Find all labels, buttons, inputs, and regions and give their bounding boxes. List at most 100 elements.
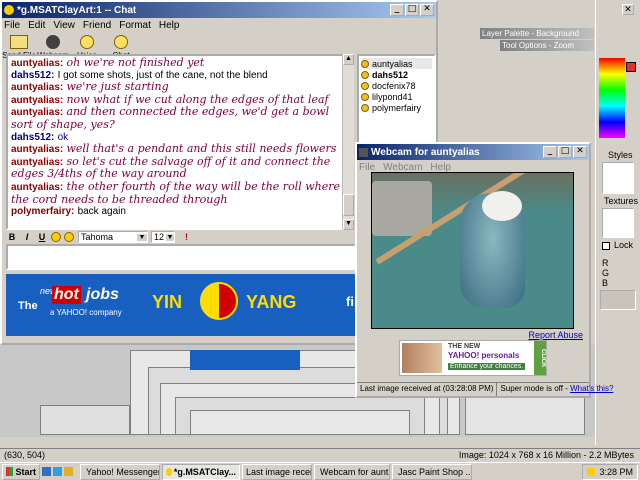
send-file-icon <box>10 35 28 49</box>
online-icon <box>361 92 369 101</box>
chat-titlebar[interactable]: *g.MSATClayArt:1 -- Chat _ □ ✕ <box>2 2 436 18</box>
b-label: B <box>602 278 609 288</box>
friend-item[interactable]: dahs512 <box>361 69 432 80</box>
webcam-image <box>371 172 574 329</box>
layer-palette-titlebar[interactable]: Layer Palette - Background <box>480 28 594 39</box>
chat-message: auntyalias: oh we're not finished yet <box>11 56 205 69</box>
online-icon <box>361 59 369 68</box>
font-size-select[interactable]: 12 ▼ <box>151 231 175 243</box>
ad-company: a YAHOO! company <box>50 308 122 317</box>
browser-icon[interactable] <box>53 467 62 476</box>
friend-item[interactable]: polymerfairy <box>361 102 432 113</box>
chat-log: auntyalias: oh we're not finished yet da… <box>6 54 354 230</box>
color-icon[interactable] <box>64 232 74 242</box>
desktop-icon[interactable] <box>42 467 51 476</box>
styles-label: Styles <box>608 150 633 160</box>
minimize-button[interactable]: _ <box>390 4 404 16</box>
color-swatch-fg[interactable] <box>626 62 636 72</box>
speaker-icon[interactable] <box>587 467 596 476</box>
paint-shop-statusbar: (630, 504) Image: 1024 x 768 x 16 Millio… <box>0 448 640 461</box>
scroll-up-arrow[interactable]: ▲ <box>343 54 354 65</box>
task-yahoo-messenger[interactable]: Yahoo! Messenger <box>80 463 160 480</box>
lock-checkbox[interactable] <box>602 242 610 250</box>
close-button[interactable]: ✕ <box>420 4 434 16</box>
ad-line-2: YAHOO! personals <box>448 351 520 360</box>
online-icon <box>361 70 369 79</box>
ad-line-1: THE NEW <box>448 343 481 350</box>
menu-view[interactable]: View <box>53 20 75 31</box>
online-icon <box>361 103 369 112</box>
chat-message: polymerfairy: back again <box>11 206 126 218</box>
underline-button[interactable]: U <box>36 232 48 242</box>
windows-logo-icon <box>6 467 14 476</box>
scroll-thumb[interactable] <box>343 194 354 216</box>
chat-message: dahs512: I got some shots, just of the c… <box>11 69 268 81</box>
system-tray: 3:28 PM <box>582 463 638 480</box>
ad-yang: YANG <box>246 292 297 312</box>
task-webcam[interactable]: Webcam for aunt... <box>314 463 390 480</box>
task-paint-shop[interactable]: Jasc Paint Shop ... <box>392 463 472 480</box>
menu-format[interactable]: Format <box>119 20 151 31</box>
chat-icon <box>114 35 128 49</box>
ad-yin: YIN <box>152 292 183 312</box>
friend-item[interactable]: docfenix78 <box>361 80 432 91</box>
textures-swatch[interactable] <box>602 208 634 238</box>
webcam-icon <box>46 35 60 49</box>
image-info: Image: 1024 x 768 x 16 Million - 2.2 MBy… <box>458 450 634 460</box>
chat-message: auntyalias: the other fourth of the way … <box>11 179 340 206</box>
taskbar: Start Yahoo! Messenger *g.MSATClay... La… <box>0 462 640 480</box>
chevron-down-icon: ▼ <box>137 233 147 241</box>
maximize-button[interactable]: □ <box>405 4 419 16</box>
bold-button[interactable]: B <box>6 232 18 242</box>
palette-close-icon[interactable]: ✕ <box>622 4 634 15</box>
outlook-icon[interactable] <box>64 467 73 476</box>
task-last-image[interactable]: Last image received... <box>242 463 312 480</box>
font-select[interactable]: Tahoma ▼ <box>78 231 148 243</box>
minimize-button[interactable]: _ <box>543 146 557 158</box>
menu-help[interactable]: Help <box>159 20 180 31</box>
ad-the: The <box>18 300 38 312</box>
color-picker[interactable] <box>599 58 625 138</box>
webcam-window: Webcam for auntyalias _ □ ✕ File Webcam … <box>355 142 613 398</box>
start-button[interactable]: Start <box>2 463 40 480</box>
chat-scrollbar[interactable]: ▲ ▼ <box>342 54 354 230</box>
menu-file[interactable]: File <box>4 20 20 31</box>
webcam-app-icon <box>359 147 368 157</box>
super-mode-status: Super mode is off - What's this? <box>500 384 614 393</box>
tool-options-titlebar[interactable]: Tool Options - Zoom <box>500 40 594 51</box>
yin-yang-icon <box>200 282 238 320</box>
report-abuse-link[interactable]: Report Abuse <box>528 330 583 340</box>
ad-jobs: jobs <box>86 286 119 303</box>
textures-label: Textures <box>604 196 639 206</box>
emoticon-icon[interactable] <box>51 232 61 242</box>
ad-fi: fi <box>346 294 354 309</box>
chat-app-icon <box>4 5 14 15</box>
clock: 3:28 PM <box>599 466 633 477</box>
ad-hot: hot <box>52 286 81 304</box>
chevron-down-icon: ▼ <box>166 233 174 241</box>
friend-item[interactable]: auntyalias <box>361 58 432 69</box>
maximize-button[interactable]: □ <box>558 146 572 158</box>
online-icon <box>361 81 369 90</box>
personals-ad[interactable]: THE NEW YAHOO! personals Enhance your ch… <box>399 340 547 376</box>
webcam-statusbar: Last image received at (03:28:08 PM) Sup… <box>357 382 613 396</box>
close-button[interactable]: ✕ <box>573 146 587 158</box>
menu-edit[interactable]: Edit <box>28 20 45 31</box>
task-chat[interactable]: *g.MSATClay... <box>162 463 240 480</box>
scroll-down-arrow[interactable]: ▼ <box>343 219 354 230</box>
preview-box <box>600 290 636 310</box>
last-image-status: Last image received at (03:28:08 PM) <box>357 383 498 396</box>
r-label: R <box>602 258 609 268</box>
voice-icon <box>80 35 94 49</box>
ad-photo <box>402 343 442 373</box>
whats-this-link[interactable]: What's this? <box>570 384 613 393</box>
buzz-icon[interactable]: ! <box>185 232 188 242</box>
ad-line-3: Enhance your chances. <box>448 363 526 370</box>
message-input[interactable] <box>6 244 356 270</box>
chat-window-title: *g.MSATClayArt:1 -- Chat <box>17 4 137 16</box>
styles-swatch[interactable] <box>602 162 634 194</box>
friend-item[interactable]: lilypond41 <box>361 91 432 102</box>
menu-friend[interactable]: Friend <box>83 20 111 31</box>
italic-button[interactable]: I <box>21 232 33 242</box>
webcam-titlebar[interactable]: Webcam for auntyalias _ □ ✕ <box>357 144 589 160</box>
